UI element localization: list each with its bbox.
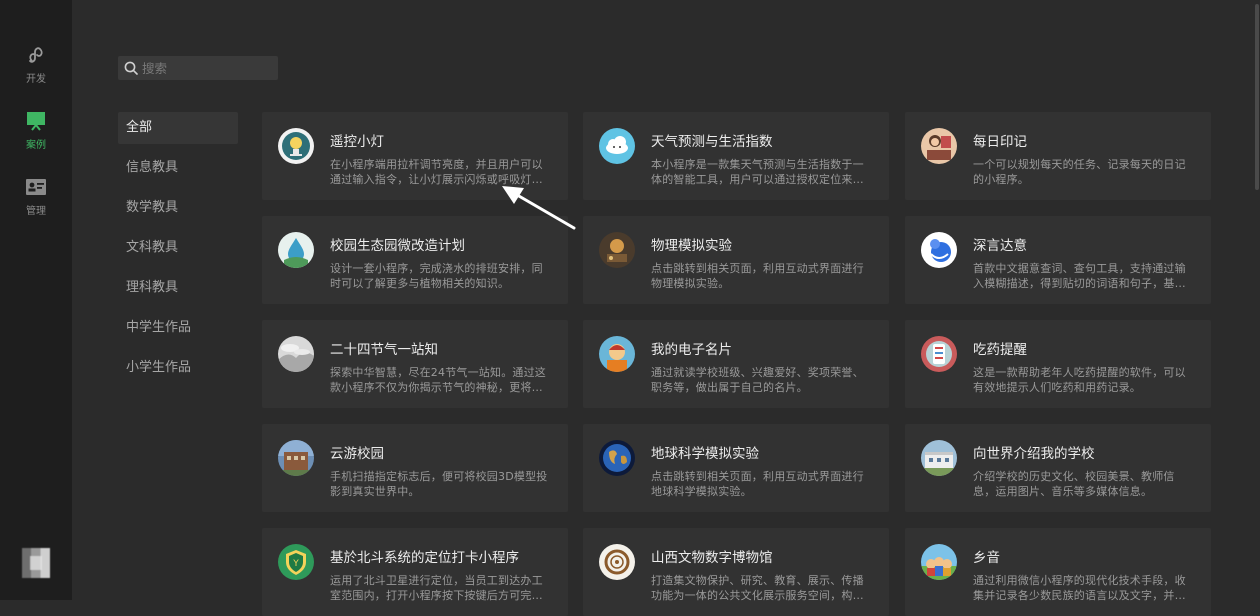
category-science-tools[interactable]: 理科教具: [118, 272, 238, 304]
scrollbar-thumb[interactable]: [1255, 4, 1259, 190]
case-card[interactable]: 云游校园 手机扫描指定标志后，便可将校园3D模型投影到真实世界中。: [262, 424, 568, 512]
rail-label-dev: 开发: [26, 74, 46, 85]
category-info-tools[interactable]: 信息教具: [118, 152, 238, 184]
category-middle-school-works[interactable]: 中学生作品: [118, 312, 238, 344]
remote-lamp-logo-icon: [278, 128, 314, 164]
case-title: 山西文物数字博物馆: [651, 550, 773, 566]
case-desc: 点击跳转到相关页面，利用互动式界面进行地球科学模拟实验。: [651, 470, 864, 498]
category-liberal-arts-tools[interactable]: 文科教具: [118, 232, 238, 264]
case-card[interactable]: 每日印记 一个可以规划每天的任务、记录每天的日记的小程序。: [905, 112, 1211, 200]
case-title: 云游校园: [330, 446, 384, 462]
case-card[interactable]: 地球科学模拟实验 点击跳转到相关页面，利用互动式界面进行地球科学模拟实验。: [583, 424, 889, 512]
case-title: 物理模拟实验: [651, 238, 732, 254]
case-desc: 介绍学校的历史文化、校园美景、教师信息，运用图片、音乐等多媒体信息。: [973, 470, 1175, 498]
case-title: 深言达意: [973, 238, 1027, 254]
presentation-icon: [25, 110, 47, 132]
case-desc: 探索中华智慧，尽在24节气一站知。通过这款小程序不仅为你揭示节气的神秘，更将带你…: [330, 366, 546, 394]
case-card[interactable]: 乡音 通过利用微信小程序的现代化技术手段，收集并记录各少数民族的语言以及文字，并…: [905, 528, 1211, 616]
case-title: 遥控小灯: [330, 134, 384, 150]
case-desc: 点击跳转到相关页面，利用互动式界面进行物理模拟实验。: [651, 262, 864, 290]
earth-logo-icon: [599, 440, 635, 476]
case-desc: 一个可以规划每天的任务、记录每天的日记的小程序。: [973, 158, 1186, 186]
hometown-voice-logo-icon: [921, 544, 957, 580]
search-box: [118, 56, 278, 80]
case-card[interactable]: 天气预测与生活指数 本小程序是一款集天气预测与生活指数于一体的智能工具，用户可以…: [583, 112, 889, 200]
school-building-logo-icon: [921, 440, 957, 476]
rail-label-cases: 案例: [26, 140, 46, 151]
category-all[interactable]: 全部: [118, 112, 238, 144]
case-desc: 这是一款帮助老年人吃药提醒的软件，可以有效地提示人们吃药和用药记录。: [973, 366, 1186, 394]
avatar[interactable]: [22, 548, 50, 578]
case-title: 吃药提醒: [973, 342, 1027, 358]
case-desc: 通过利用微信小程序的现代化技术手段，收集并记录各少数民族的语言以及文字，并进行保…: [973, 574, 1186, 602]
case-card[interactable]: 遥控小灯 在小程序端用拉杆调节亮度，并且用户可以通过输入指令，让小灯展示闪烁或呼…: [262, 112, 568, 200]
id-card-icon: [25, 176, 47, 198]
case-desc: 通过就读学校班级、兴趣爱好、奖项荣誉、职务等，做出属于自己的名片。: [651, 366, 864, 394]
solar-terms-logo-icon: [278, 336, 314, 372]
left-rail: 开发 案例 管理: [0, 0, 72, 600]
case-card[interactable]: 物理模拟实验 点击跳转到相关页面，利用互动式界面进行物理模拟实验。: [583, 216, 889, 304]
case-card[interactable]: Y 基於北斗系统的定位打卡小程序 运用了北斗卫星进行定位，当员工到达办工室范围内…: [262, 528, 568, 616]
case-desc: 设计一套小程序，完成浇水的排班安排，同时可以了解更多与植物相关的知识。: [330, 262, 543, 290]
case-card[interactable]: 山西文物数字博物馆 打造集文物保护、研究、教育、展示、传播功能为一体的公共文化展…: [583, 528, 889, 616]
case-card[interactable]: 二十四节气一站知 探索中华智慧，尽在24节气一站知。通过这款小程序不仅为你揭示节…: [262, 320, 568, 408]
case-desc: 在小程序端用拉杆调节亮度，并且用户可以通过输入指令，让小灯展示闪烁或呼吸灯的效果…: [330, 158, 543, 186]
case-card[interactable]: 我的电子名片 通过就读学校班级、兴趣爱好、奖项荣誉、职务等，做出属于自己的名片。: [583, 320, 889, 408]
pill-reminder-logo-icon: [921, 336, 957, 372]
category-math-tools[interactable]: 数学教具: [118, 192, 238, 224]
link-icon: [26, 44, 46, 66]
daily-journal-logo-icon: [921, 128, 957, 164]
case-desc: 本小程序是一款集天气预测与生活指数于一体的智能工具，用户可以通过授权定位来获取天…: [651, 158, 864, 186]
svg-text:Y: Y: [292, 559, 299, 569]
physics-experiment-logo-icon: [599, 232, 635, 268]
case-title: 地球科学模拟实验: [651, 446, 759, 462]
case-title: 向世界介绍我的学校: [973, 446, 1095, 462]
category-list: 全部 信息教具 数学教具 文科教具 理科教具 中学生作品 小学生作品: [118, 112, 238, 392]
case-title: 乡音: [973, 550, 1000, 566]
case-card[interactable]: 吃药提醒 这是一款帮助老年人吃药提醒的软件，可以有效地提示人们吃药和用药记录。: [905, 320, 1211, 408]
business-card-logo-icon: [599, 336, 635, 372]
case-desc: 运用了北斗卫星进行定位，当员工到达办工室范围内，打开小程序按下按键后方可完成打卡…: [330, 574, 543, 602]
rail-item-dev[interactable]: 开发: [0, 44, 72, 94]
water-drop-logo-icon: [278, 232, 314, 268]
weather-cloud-logo-icon: [599, 128, 635, 164]
case-card[interactable]: 向世界介绍我的学校 介绍学校的历史文化、校园美景、教师信息，运用图片、音乐等多媒…: [905, 424, 1211, 512]
rail-item-manage[interactable]: 管理: [0, 176, 72, 226]
museum-logo-icon: [599, 544, 635, 580]
case-title: 基於北斗系统的定位打卡小程序: [330, 550, 519, 566]
rail-item-cases[interactable]: 案例: [0, 110, 72, 160]
search-input[interactable]: [140, 60, 274, 76]
case-title: 二十四节气一站知: [330, 342, 438, 358]
case-title: 每日印记: [973, 134, 1027, 150]
case-desc: 手机扫描指定标志后，便可将校园3D模型投影到真实世界中。: [330, 470, 548, 498]
case-desc: 打造集文物保护、研究、教育、展示、传播功能为一体的公共文化展示服务空间，构建一个…: [651, 574, 864, 602]
category-primary-school-works[interactable]: 小学生作品: [118, 352, 238, 384]
rail-label-manage: 管理: [26, 206, 46, 217]
case-desc: 首款中文据意查词、查句工具，支持通过输入模糊描述，得到贴切的词语和句子，基于前沿…: [973, 262, 1186, 290]
case-title: 天气预测与生活指数: [651, 134, 773, 150]
deep-words-logo-icon: [921, 232, 957, 268]
campus-tour-logo-icon: [278, 440, 314, 476]
case-title: 校园生态园微改造计划: [330, 238, 465, 254]
case-card[interactable]: 校园生态园微改造计划 设计一套小程序，完成浇水的排班安排，同时可以了解更多与植物…: [262, 216, 568, 304]
beidou-shield-logo-icon: Y: [278, 544, 314, 580]
scrollbar[interactable]: [1252, 0, 1260, 600]
search-icon: [122, 59, 140, 77]
case-title: 我的电子名片: [651, 342, 732, 358]
case-card[interactable]: 深言达意 首款中文据意查词、查句工具，支持通过输入模糊描述，得到贴切的词语和句子…: [905, 216, 1211, 304]
